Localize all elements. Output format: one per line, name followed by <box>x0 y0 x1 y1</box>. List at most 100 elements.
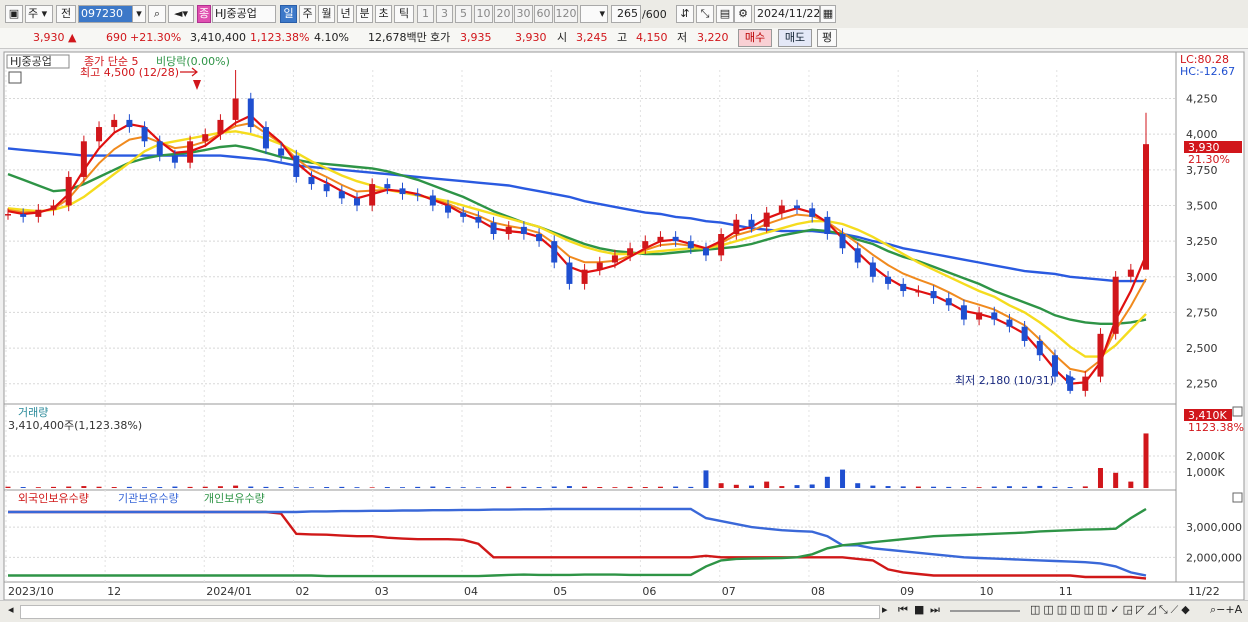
prev-button[interactable]: 전 <box>56 5 76 23</box>
calendar-icon[interactable]: ▦ <box>820 5 836 23</box>
candle-body <box>1097 333 1104 377</box>
candle-body <box>65 176 72 206</box>
volume-bar <box>293 487 299 488</box>
volume-bar <box>202 486 208 488</box>
candle-body <box>369 184 376 206</box>
tool-icons[interactable]: ◫◫◫◫◫◫✓◲◸◿⤡⟋◆ <box>1030 603 1193 617</box>
candle-type-icon[interactable]: ⇵ <box>676 5 694 23</box>
volume-bar <box>946 486 952 488</box>
sell-button[interactable]: 매도 <box>778 29 812 47</box>
legend-institution[interactable]: 기관보유수량 <box>118 492 179 505</box>
open-price: 3,245 <box>576 31 608 44</box>
last-icon[interactable]: ⏭ <box>930 603 940 617</box>
scroll-right-icon[interactable]: ▸ <box>882 603 888 616</box>
count-input[interactable]: 265 <box>611 5 641 23</box>
legend-foreign[interactable]: 외국인보유수량 <box>18 492 89 505</box>
table-icon[interactable] <box>8 71 22 84</box>
candle-body <box>35 209 42 217</box>
search-icon[interactable]: ⌕ <box>148 5 166 23</box>
volume-panel <box>3 403 1177 491</box>
tab-month[interactable]: 월 <box>318 5 335 23</box>
volume-bar <box>51 486 57 488</box>
volume-tick-label: 1,000K <box>1186 466 1225 479</box>
volume-bar <box>1022 486 1028 488</box>
minute-5[interactable]: 5 <box>455 5 472 23</box>
chevron-down-icon[interactable]: ▾ <box>132 5 146 23</box>
stock-name[interactable]: HJ중공업 <box>212 5 276 23</box>
quote-row: 3,930 ▲ 690 +21.30% 3,410,400 1,123.38% … <box>0 28 1248 49</box>
volume-bar <box>1006 486 1012 488</box>
candle-body <box>338 191 345 199</box>
hc-label: HC:-12.67 <box>1180 65 1235 78</box>
candle-body <box>702 248 709 256</box>
legend-individual[interactable]: 개인보유수량 <box>204 492 265 505</box>
gear-icon[interactable]: ⚙ <box>734 5 752 23</box>
legend-stock[interactable]: HJ중공업 <box>10 55 52 68</box>
bid-price: 3,935 <box>460 31 492 44</box>
stock-chart[interactable]: 4,2504,0003,7503,5003,2503,0002,7502,500… <box>0 50 1248 600</box>
scroll-left-icon[interactable]: ◂ <box>8 603 14 616</box>
turnover: 4.10% <box>314 31 349 44</box>
zoom-icons[interactable]: ⌕−+A <box>1210 603 1242 617</box>
custom-period-select[interactable]: ▾ <box>580 5 608 23</box>
candle-body <box>187 141 194 163</box>
volume-bar <box>460 487 466 488</box>
minute-1[interactable]: 1 <box>417 5 434 23</box>
candle-body <box>429 195 436 206</box>
minute-30[interactable]: 30 <box>514 5 533 23</box>
minute-20[interactable]: 20 <box>494 5 513 23</box>
tab-second[interactable]: 초 <box>375 5 392 23</box>
volume-bar <box>536 487 542 488</box>
compress-icon[interactable]: ⤡ <box>696 5 714 23</box>
candle-body <box>976 312 983 320</box>
period-select[interactable]: 주 ▾ <box>25 5 53 23</box>
candle-body <box>171 155 178 163</box>
minute-10[interactable]: 10 <box>474 5 493 23</box>
stop-icon[interactable]: ■ <box>914 603 924 616</box>
candle-body <box>763 212 770 227</box>
minute-120[interactable]: 120 <box>554 5 578 23</box>
volume-bar <box>369 487 375 488</box>
tab-day[interactable]: 일 <box>280 5 297 23</box>
tab-tick[interactable]: 틱 <box>394 5 414 23</box>
minute-3[interactable]: 3 <box>436 5 453 23</box>
buy-button[interactable]: 매수 <box>738 29 772 47</box>
tab-minute[interactable]: 분 <box>356 5 373 23</box>
trade-amount: 12,678백만 <box>368 31 427 44</box>
chart-toolbar: ▣ 주 ▾ 전 097230 ▾ ⌕ ◄▾ 종 HJ중공업 일 주 월 년 분 … <box>0 0 1248 29</box>
volume-bar <box>96 486 102 488</box>
x-tick-label: 09 <box>900 585 914 598</box>
candle-body <box>323 184 330 192</box>
candle-body <box>900 283 907 292</box>
window-icon[interactable]: ▣ <box>5 5 23 23</box>
close-icon[interactable] <box>1232 406 1243 417</box>
scroll-track[interactable] <box>20 605 880 619</box>
volume-bar <box>430 486 436 488</box>
volume-bar <box>491 487 497 488</box>
candle-body <box>778 205 785 213</box>
print-icon[interactable]: ▤ <box>716 5 734 23</box>
volume-title[interactable]: 거래량 <box>18 406 48 419</box>
volume-bar <box>764 481 770 488</box>
volume-bar <box>308 487 314 488</box>
close-icon[interactable] <box>1232 492 1243 503</box>
candle-body <box>551 241 558 263</box>
tab-year[interactable]: 년 <box>337 5 354 23</box>
candle-body <box>5 214 11 216</box>
date-input[interactable]: 2024/11/22 <box>754 5 820 23</box>
price-tick-label: 4,000 <box>1186 128 1218 141</box>
minute-60[interactable]: 60 <box>534 5 553 23</box>
volume-bar <box>1128 481 1134 488</box>
price-tick-label: 3,500 <box>1186 199 1218 212</box>
first-icon[interactable]: ⏮ <box>898 603 908 617</box>
speaker-icon[interactable]: ◄▾ <box>168 5 194 23</box>
candle-body <box>247 98 254 128</box>
zoom-slider[interactable] <box>950 610 1020 612</box>
volume-pct: 1,123.38% <box>250 31 310 44</box>
avg-button[interactable]: 평 <box>817 29 837 47</box>
candle-body <box>490 222 497 234</box>
candle-body <box>293 155 300 177</box>
candle-body <box>384 184 391 189</box>
tab-week[interactable]: 주 <box>299 5 316 23</box>
volume-bar <box>855 483 861 488</box>
